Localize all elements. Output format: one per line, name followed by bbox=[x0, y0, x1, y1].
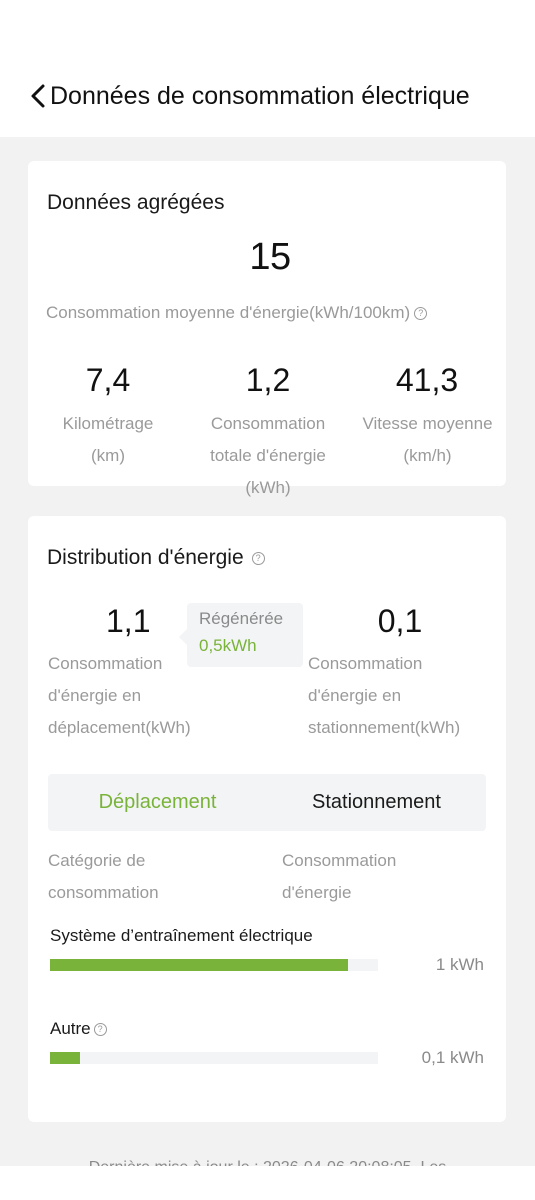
item-label-other-row: Autre? bbox=[50, 1019, 107, 1039]
bar-track-drivetrain bbox=[50, 959, 378, 971]
distribution-title-row: Distribution d'énergie? bbox=[47, 546, 265, 570]
tab-deplacement[interactable]: Déplacement bbox=[48, 774, 267, 831]
mileage-value: 7,4 bbox=[85, 362, 131, 398]
parking-consumption-value: 0,1 bbox=[377, 603, 423, 639]
total-consumption-value: 1,2 bbox=[245, 362, 291, 398]
item-label-other: Autre bbox=[50, 1019, 91, 1038]
bar-fill-drivetrain bbox=[50, 959, 348, 971]
column-energy-line1: Consommation bbox=[282, 851, 397, 870]
last-update-text: Dernière mise à jour le : 2026-04-06 20:… bbox=[0, 1154, 535, 1166]
help-icon[interactable]: ? bbox=[414, 307, 428, 321]
parking-label-line2: d'énergie en bbox=[308, 686, 402, 705]
column-energy-line2: d'énergie bbox=[282, 883, 352, 902]
chevron-left-icon[interactable] bbox=[26, 80, 50, 112]
page-title: Données de consommation électrique bbox=[50, 82, 470, 110]
driving-consumption-value: 1,1 bbox=[106, 603, 151, 639]
avg-consumption-label-row: Consommation moyenne d'énergie(kWh/100km… bbox=[46, 297, 506, 329]
tab-stationnement[interactable]: Stationnement bbox=[267, 774, 486, 831]
driving-label-line1: Consommation bbox=[48, 654, 163, 673]
avg-consumption-label: Consommation moyenne d'énergie(kWh/100km… bbox=[46, 303, 411, 322]
mode-segmented-control: Déplacement Stationnement bbox=[48, 774, 486, 831]
bar-track-other bbox=[50, 1052, 378, 1064]
column-category-header: Catégorie de consommation bbox=[48, 845, 159, 909]
help-icon[interactable]: ? bbox=[93, 1023, 107, 1037]
parking-label-line1: Consommation bbox=[308, 654, 423, 673]
column-category-line1: Catégorie de bbox=[48, 851, 146, 870]
avg-speed-label-line1: Vitesse moyenne bbox=[362, 414, 493, 433]
distribution-title: Distribution d'énergie bbox=[47, 546, 244, 569]
parking-label-line3: stationnement(kWh) bbox=[308, 718, 461, 737]
item-label-drivetrain: Système d’entraînement électrique bbox=[50, 926, 313, 945]
mileage-label-line2: (km) bbox=[91, 446, 125, 465]
bar-fill-other bbox=[50, 1052, 80, 1064]
avg-speed-value: 41,3 bbox=[395, 362, 459, 398]
avg-speed-label: Vitesse moyenne (km/h) bbox=[350, 408, 505, 472]
bottom-area bbox=[0, 1166, 535, 1200]
total-consumption-label-line2: totale d'énergie bbox=[210, 446, 326, 465]
total-consumption-label-line3: (kWh) bbox=[245, 478, 291, 497]
driving-label-line3: déplacement(kWh) bbox=[48, 718, 191, 737]
parking-consumption-label: Consommation d'énergie en stationnement(… bbox=[308, 648, 460, 744]
total-consumption-label: Consommation totale d'énergie (kWh) bbox=[193, 408, 343, 504]
column-energy-header: Consommation d'énergie bbox=[282, 845, 396, 909]
driving-label-line2: d'énergie en bbox=[48, 686, 142, 705]
mileage-label-line1: Kilométrage bbox=[62, 414, 154, 433]
item-value-drivetrain: 1 kWh bbox=[435, 955, 484, 974]
column-category-line2: consommation bbox=[48, 883, 159, 902]
header: Données de consommation électrique bbox=[0, 0, 535, 137]
item-value-other: 0,1 kWh bbox=[421, 1048, 484, 1067]
avg-consumption-value: 15 bbox=[249, 236, 291, 278]
avg-speed-label-line2: (km/h) bbox=[403, 446, 452, 465]
mileage-label: Kilométrage (km) bbox=[38, 408, 178, 472]
total-consumption-label-line1: Consommation bbox=[210, 414, 326, 433]
aggregate-title: Données agrégées bbox=[47, 191, 225, 214]
regenerated-label: Régénérée bbox=[199, 609, 284, 628]
regenerated-tooltip: Régénérée 0,5kWh bbox=[179, 603, 303, 667]
regenerated-value: 0,5kWh bbox=[199, 636, 257, 655]
help-icon[interactable]: ? bbox=[251, 551, 265, 565]
driving-consumption-label: Consommation d'énergie en déplacement(kW… bbox=[48, 648, 191, 744]
